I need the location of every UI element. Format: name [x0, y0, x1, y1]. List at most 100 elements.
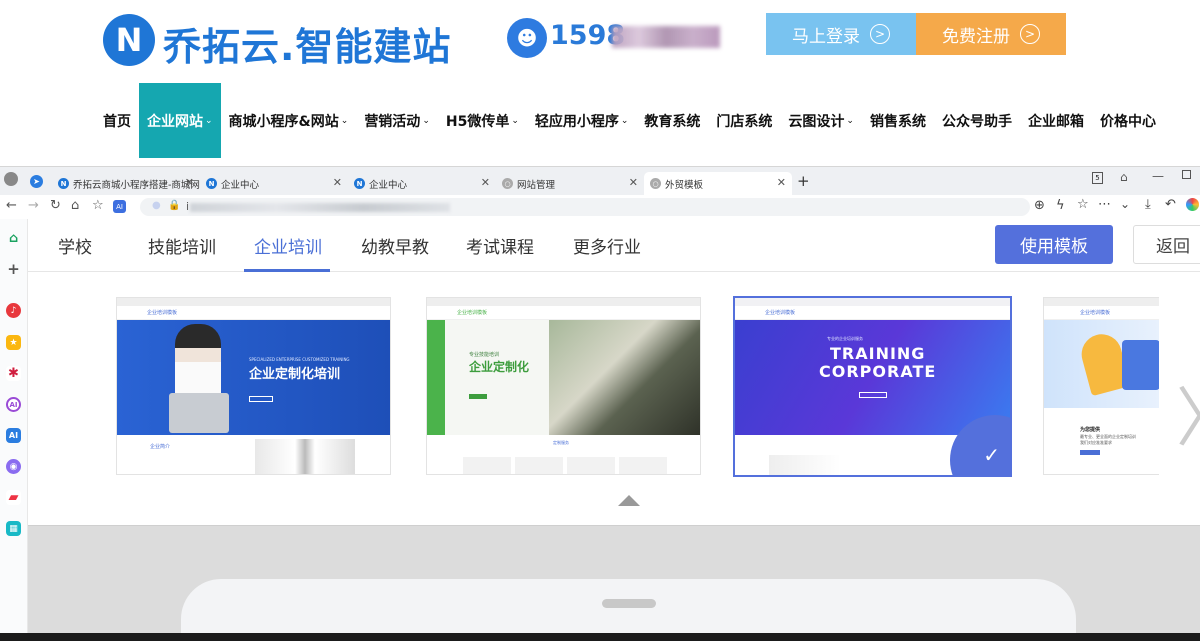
- browser-window: ➤ N 乔拓云商城小程序搭建-商城网 ✕ N 企业中心 ✕ N 企业中心 ✕ ○ 网站管理 ✕ …: [0, 166, 1200, 641]
- template-card[interactable]: 企业培训模板 SPECIALIZED ENTERPRISE CUSTOMIZED…: [116, 297, 391, 475]
- nav-item-11[interactable]: 企业邮箱: [1020, 83, 1092, 158]
- hero-button: [249, 396, 273, 402]
- undo-icon[interactable]: ↶: [1165, 197, 1176, 212]
- nav-item-8[interactable]: 云图设计 ⌄: [780, 83, 862, 158]
- home-icon[interactable]: ⌂: [6, 231, 21, 246]
- download-icon[interactable]: ⤓: [1145, 197, 1151, 212]
- network-icon[interactable]: ✱: [6, 366, 21, 381]
- ai-icon[interactable]: AI: [113, 200, 126, 213]
- nav-item-2[interactable]: 商城小程序&网站 ⌄: [221, 83, 357, 158]
- next-arrow-icon[interactable]: 〉: [1176, 367, 1200, 459]
- browser-logo-icon[interactable]: [1186, 198, 1199, 211]
- collapse-arrow-icon[interactable]: [618, 495, 640, 506]
- gamepad-icon[interactable]: ▰: [6, 490, 21, 505]
- new-tab-button[interactable]: +: [797, 172, 810, 190]
- chevron-down-icon[interactable]: ⌄: [1120, 197, 1130, 211]
- music-icon[interactable]: ♪: [6, 303, 21, 318]
- phone-preview-frame: [181, 579, 1076, 641]
- register-button[interactable]: 免费注册 >: [916, 13, 1066, 55]
- back-button[interactable]: 返回: [1133, 225, 1200, 264]
- nav-item-label: 云图设计: [788, 113, 845, 130]
- maximize-icon[interactable]: [1182, 170, 1191, 179]
- nav-item-label: 价格中心: [1099, 113, 1156, 130]
- reader-icon[interactable]: 5: [1092, 172, 1103, 184]
- card-site-name: 企业培训模板: [735, 306, 1010, 320]
- category-tabs: 学校 技能培训 企业培训 幼教早教 考试课程 更多行业 使用模板 返回: [28, 219, 1200, 272]
- chevron-down-icon: ⌄: [340, 115, 349, 126]
- nav-item-7[interactable]: 门店系统: [708, 83, 780, 158]
- favorite-star-icon[interactable]: ☆: [1077, 197, 1089, 212]
- brand-name[interactable]: 乔拓云.智能建站: [163, 16, 451, 71]
- hero-line-1: TRAINING: [830, 344, 926, 363]
- tab-1[interactable]: N 乔拓云商城小程序搭建-商城网 ✕: [52, 172, 200, 195]
- zoom-icon[interactable]: ⊕: [1034, 198, 1045, 213]
- tab-3[interactable]: N 企业中心 ✕: [348, 172, 496, 195]
- robot-icon[interactable]: ◉: [6, 459, 21, 474]
- tab-4[interactable]: ○ 网站管理 ✕: [496, 172, 644, 195]
- tab-exam-courses[interactable]: 考试课程: [466, 233, 534, 258]
- hero-sub-text: 专业的企业培训服务: [827, 336, 863, 341]
- laptop-image: [169, 393, 229, 433]
- tab-corporate-training[interactable]: 企业培训: [254, 233, 322, 258]
- register-label: 免费注册: [942, 26, 1010, 47]
- tab-label: 企业中心: [221, 179, 260, 191]
- close-icon[interactable]: ✕: [481, 176, 490, 189]
- nav-item-1[interactable]: 企业网站 ⌄: [139, 83, 221, 158]
- nav-item-4[interactable]: H5微传单 ⌄: [438, 83, 527, 158]
- reload-icon[interactable]: ↻: [50, 198, 61, 213]
- chevron-down-icon: ⌄: [846, 115, 854, 126]
- browser-sidebar: ⌂ + ♪ ★ ✱ AI AI ◉ ▰ ▦: [0, 219, 28, 641]
- hero-button: [859, 392, 887, 398]
- lightning-icon[interactable]: ϟ: [1056, 198, 1065, 213]
- nav-item-label: 教育系统: [644, 113, 701, 130]
- home-icon[interactable]: ⌂: [71, 198, 79, 213]
- nav-item-9[interactable]: 销售系统: [862, 83, 934, 158]
- nav-item-10[interactable]: 公众号助手: [934, 83, 1020, 158]
- tab-bar: ➤ N 乔拓云商城小程序搭建-商城网 ✕ N 企业中心 ✕ N 企业中心 ✕ ○ 网站管理 ✕ …: [0, 167, 1200, 195]
- tab-2[interactable]: N 企业中心 ✕: [200, 172, 348, 195]
- add-icon[interactable]: +: [6, 260, 21, 278]
- back-icon[interactable]: ←: [6, 198, 17, 213]
- minimize-icon[interactable]: —: [1152, 169, 1164, 183]
- nav-item-5[interactable]: 轻应用小程序 ⌄: [527, 83, 637, 158]
- tab-label: 企业中心: [369, 179, 408, 191]
- nav-item-0[interactable]: 首页: [95, 83, 139, 158]
- close-icon[interactable]: ✕: [185, 176, 194, 189]
- hero-sub-text: 专业技能培训: [469, 352, 500, 358]
- grid-app-icon[interactable]: ▦: [6, 521, 21, 536]
- card-section: 定制服务: [427, 435, 700, 474]
- shirt-icon[interactable]: ⌂: [1120, 170, 1128, 184]
- tab-school[interactable]: 学校: [58, 233, 92, 258]
- ai-chat-icon[interactable]: AI: [6, 397, 21, 412]
- tab-early-education[interactable]: 幼教早教: [361, 233, 429, 258]
- star-app-icon[interactable]: ★: [6, 335, 21, 350]
- use-template-button[interactable]: 使用模板: [995, 225, 1113, 264]
- nav-item-3[interactable]: 营销活动 ⌄: [356, 83, 438, 158]
- tab-more-industries[interactable]: 更多行业: [573, 233, 641, 258]
- login-button[interactable]: 马上登录 >: [766, 13, 916, 55]
- telegram-icon[interactable]: ➤: [30, 175, 43, 188]
- close-icon[interactable]: ✕: [777, 176, 786, 189]
- close-icon[interactable]: ✕: [629, 176, 638, 189]
- template-card-selected[interactable]: 企业培训模板 专业的企业培训服务 TRAINING CORPORATE ✓: [733, 296, 1012, 477]
- nav-item-6[interactable]: 教育系统: [636, 83, 708, 158]
- close-icon[interactable]: ✕: [333, 176, 342, 189]
- tab-skill-training[interactable]: 技能培训: [148, 233, 216, 258]
- site-favicon-icon: N: [206, 178, 217, 189]
- template-card[interactable]: 企业培训模板 为您提供 最专业、更全面的企业定制培训 我们对应准准要求: [1043, 297, 1159, 475]
- nav-item-12[interactable]: 价格中心: [1092, 83, 1164, 158]
- tab-5[interactable]: ○ 外贸模板 ✕: [644, 172, 792, 195]
- forward-icon[interactable]: →: [28, 198, 39, 213]
- globe-icon: ○: [650, 178, 661, 189]
- logo-icon[interactable]: N: [103, 14, 155, 66]
- template-card[interactable]: 企业培训模板 专业技能培训 企业定制化 定制服务: [426, 297, 701, 475]
- ai-assistant-icon[interactable]: AI: [6, 428, 21, 443]
- phone-number-redacted: [612, 26, 720, 48]
- nav-item-label: 商城小程序&网站: [228, 113, 339, 130]
- bookmark-star-icon[interactable]: ☆: [92, 198, 104, 213]
- profile-avatar[interactable]: [4, 172, 18, 186]
- card-topbar: [427, 298, 700, 306]
- chevron-down-icon: ⌄: [422, 115, 430, 126]
- more-icon[interactable]: ⋯: [1098, 197, 1111, 212]
- site-info-icon[interactable]: ●: [152, 200, 161, 211]
